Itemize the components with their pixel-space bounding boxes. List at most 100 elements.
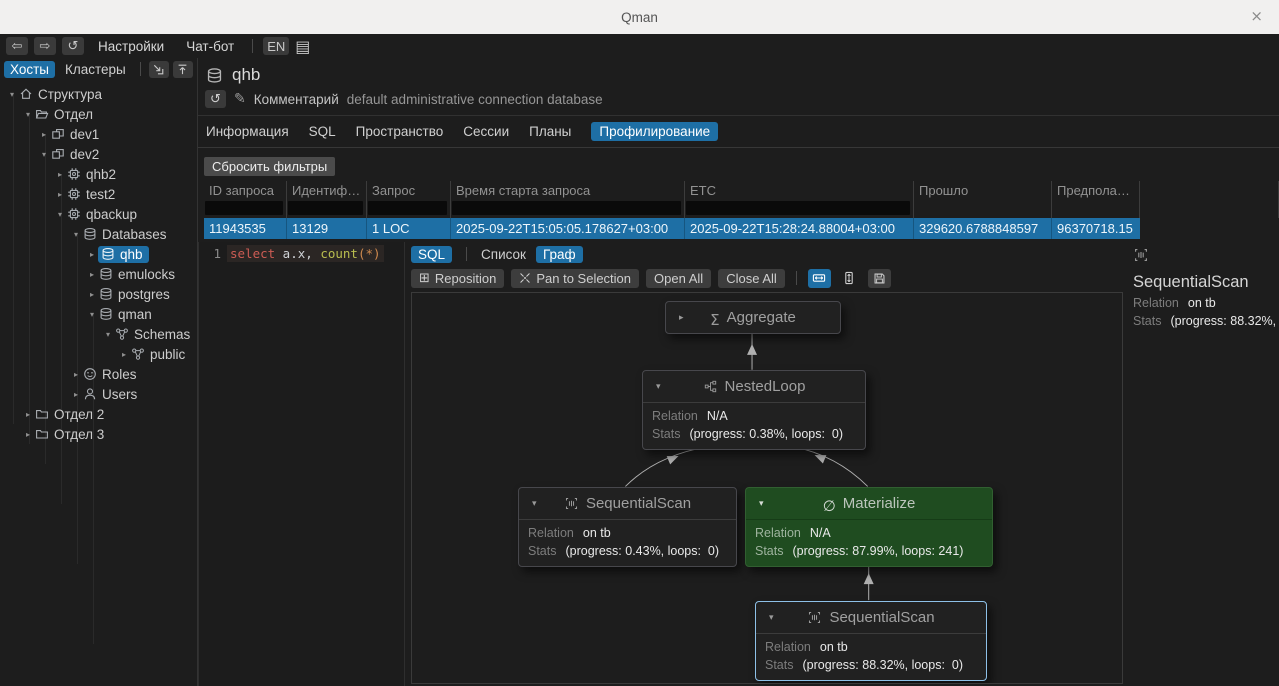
tab-information[interactable]: Информация bbox=[206, 124, 289, 139]
column-filter-input[interactable] bbox=[205, 201, 283, 215]
tree-item-emulocks[interactable]: ▸emulocks bbox=[0, 264, 197, 284]
node-header[interactable]: ▾ SequentialScan bbox=[756, 602, 986, 633]
caret-closed-icon[interactable]: ▸ bbox=[86, 270, 98, 279]
fit-height-button[interactable] bbox=[838, 269, 861, 288]
caret-open-icon[interactable]: ▾ bbox=[532, 499, 537, 509]
column-filter-input[interactable] bbox=[452, 201, 681, 215]
tree-item-otdel3[interactable]: ▸Отдел 3 bbox=[0, 424, 197, 444]
tree-item-otdel2[interactable]: ▸Отдел 2 bbox=[0, 404, 197, 424]
tab-profiling[interactable]: Профилирование bbox=[591, 122, 718, 141]
tab-hosts[interactable]: Хосты bbox=[4, 61, 55, 78]
column-header[interactable]: Идентиф… bbox=[287, 181, 367, 200]
tree-item-otdel[interactable]: ▾Отдел bbox=[0, 104, 197, 124]
tree-item-postgres[interactable]: ▸postgres bbox=[0, 284, 197, 304]
comment-value[interactable]: default administrative connection databa… bbox=[347, 92, 603, 107]
tree-item-databases[interactable]: ▾Databases bbox=[0, 224, 197, 244]
tree-item-schemas[interactable]: ▾Schemas bbox=[0, 324, 197, 344]
column-header[interactable]: Прошло bbox=[914, 181, 1052, 200]
caret-open-icon[interactable]: ▾ bbox=[102, 330, 114, 339]
tree-item-qhb-selected[interactable]: ▸qhb bbox=[0, 244, 197, 264]
collapse-all-button[interactable] bbox=[149, 61, 169, 78]
table-row-cell[interactable]: 11943535 bbox=[204, 218, 287, 239]
edit-pencil-icon[interactable]: ✎ bbox=[234, 91, 246, 107]
column-header[interactable]: ETC bbox=[685, 181, 914, 200]
table-row-cell[interactable]: 1 LOC bbox=[367, 218, 451, 239]
tree-item-qhb2[interactable]: ▸qhb2 bbox=[0, 164, 197, 184]
tab-space[interactable]: Пространство bbox=[356, 124, 444, 139]
caret-closed-icon[interactable]: ▸ bbox=[22, 430, 34, 439]
caret-open-icon[interactable]: ▾ bbox=[6, 90, 18, 99]
tree-item-test2[interactable]: ▸test2 bbox=[0, 184, 197, 204]
save-image-button[interactable] bbox=[868, 269, 891, 288]
caret-open-icon[interactable]: ▾ bbox=[38, 150, 50, 159]
plan-tab-graph[interactable]: Граф bbox=[536, 246, 583, 263]
tree-item-roles[interactable]: ▸Roles bbox=[0, 364, 197, 384]
forward-button[interactable]: ⇨ bbox=[34, 37, 56, 55]
plan-node-seqscan-bottom[interactable]: ▾ SequentialScan Relationon tb Stats(pro… bbox=[755, 601, 987, 681]
plan-tab-sql[interactable]: SQL bbox=[411, 246, 452, 263]
language-button[interactable]: EN bbox=[263, 37, 289, 55]
selected-tree-item[interactable]: qhb bbox=[98, 246, 149, 263]
caret-closed-icon[interactable]: ▸ bbox=[54, 170, 66, 179]
tab-plans[interactable]: Планы bbox=[529, 124, 571, 139]
scroll-to-top-button[interactable] bbox=[173, 61, 193, 78]
tab-sql[interactable]: SQL bbox=[309, 124, 336, 139]
table-row-cell[interactable]: 96370718.15 bbox=[1052, 218, 1140, 239]
tab-sessions[interactable]: Сессии bbox=[463, 124, 509, 139]
caret-closed-icon[interactable]: ▸ bbox=[86, 290, 98, 299]
revert-comment-button[interactable]: ↺ bbox=[205, 90, 226, 108]
table-row-cell[interactable]: 13129 bbox=[287, 218, 367, 239]
plan-graph-canvas[interactable]: ▸ Σ Aggregate ▾ NestedLoop bbox=[411, 292, 1123, 684]
open-all-button[interactable]: Open All bbox=[646, 269, 711, 288]
plan-tab-list[interactable]: Список bbox=[481, 247, 526, 262]
reposition-button[interactable]: ⊞Reposition bbox=[411, 269, 504, 288]
table-row-cell[interactable]: 329620.6788848597 bbox=[914, 218, 1052, 239]
node-header[interactable]: ▸ Σ Aggregate bbox=[666, 302, 840, 333]
caret-open-icon[interactable]: ▾ bbox=[86, 310, 98, 319]
fit-width-button[interactable] bbox=[808, 269, 831, 288]
caret-closed-icon[interactable]: ▸ bbox=[70, 370, 82, 379]
column-filter-input[interactable] bbox=[368, 201, 447, 215]
plan-node-aggregate[interactable]: ▸ Σ Aggregate bbox=[665, 301, 841, 334]
tree-item-dev1[interactable]: ▸dev1 bbox=[0, 124, 197, 144]
table-row-cell[interactable]: 2025-09-22T15:28:24.88004+03:00 bbox=[685, 218, 914, 239]
reset-filters-button[interactable]: Сбросить фильтры bbox=[204, 157, 335, 176]
table-row-cell[interactable]: 2025-09-22T15:05:05.178627+03:00 bbox=[451, 218, 685, 239]
caret-closed-icon[interactable]: ▸ bbox=[38, 130, 50, 139]
tree-item-qbackup[interactable]: ▾qbackup bbox=[0, 204, 197, 224]
node-header[interactable]: ▾ NestedLoop bbox=[643, 371, 865, 402]
caret-closed-icon[interactable]: ▸ bbox=[54, 190, 66, 199]
caret-closed-icon[interactable]: ▸ bbox=[22, 410, 34, 419]
plan-node-nestedloop[interactable]: ▾ NestedLoop RelationN/A Stats(progress:… bbox=[642, 370, 866, 450]
pan-to-selection-button[interactable]: Pan to Selection bbox=[511, 269, 639, 288]
plan-node-materialize[interactable]: ▾ ∅ Materialize RelationN/A Stats(progre… bbox=[745, 487, 993, 567]
menu-settings[interactable]: Настройки bbox=[90, 39, 172, 54]
node-header[interactable]: ▾ ∅ Materialize bbox=[746, 488, 992, 519]
column-header[interactable]: ID запроса bbox=[204, 181, 287, 200]
caret-open-icon[interactable]: ▾ bbox=[22, 110, 34, 119]
column-header[interactable]: Предпола… bbox=[1052, 181, 1140, 200]
tree-item-public[interactable]: ▸public bbox=[0, 344, 197, 364]
plan-node-seqscan-left[interactable]: ▾ SequentialScan Relationon tb Stats(pro… bbox=[518, 487, 737, 567]
tree-item-qman[interactable]: ▾qman bbox=[0, 304, 197, 324]
sql-editor[interactable]: 1select a.x, count(*) bbox=[198, 242, 405, 686]
column-header[interactable]: Запрос bbox=[367, 181, 451, 200]
tree-item-dev2[interactable]: ▾dev2 bbox=[0, 144, 197, 164]
close-all-button[interactable]: Close All bbox=[718, 269, 785, 288]
journal-icon[interactable]: ▤ bbox=[295, 37, 310, 56]
tab-clusters[interactable]: Кластеры bbox=[59, 61, 132, 78]
column-header[interactable]: Время старта запроса bbox=[451, 181, 685, 200]
caret-open-icon[interactable]: ▾ bbox=[769, 613, 774, 623]
caret-closed-icon[interactable]: ▸ bbox=[679, 313, 684, 323]
tree-item-structure[interactable]: ▾Структура bbox=[0, 84, 197, 104]
undo-button[interactable]: ↺ bbox=[62, 37, 84, 55]
caret-open-icon[interactable]: ▾ bbox=[54, 210, 66, 219]
column-filter-input[interactable] bbox=[288, 201, 363, 215]
column-filter-input[interactable] bbox=[686, 201, 910, 215]
caret-open-icon[interactable]: ▾ bbox=[656, 382, 661, 392]
caret-closed-icon[interactable]: ▸ bbox=[86, 250, 98, 259]
close-icon[interactable]: × bbox=[1250, 7, 1263, 25]
menu-chatbot[interactable]: Чат-бот bbox=[178, 39, 242, 54]
tree-item-users[interactable]: ▸Users bbox=[0, 384, 197, 404]
node-header[interactable]: ▾ SequentialScan bbox=[519, 488, 736, 519]
